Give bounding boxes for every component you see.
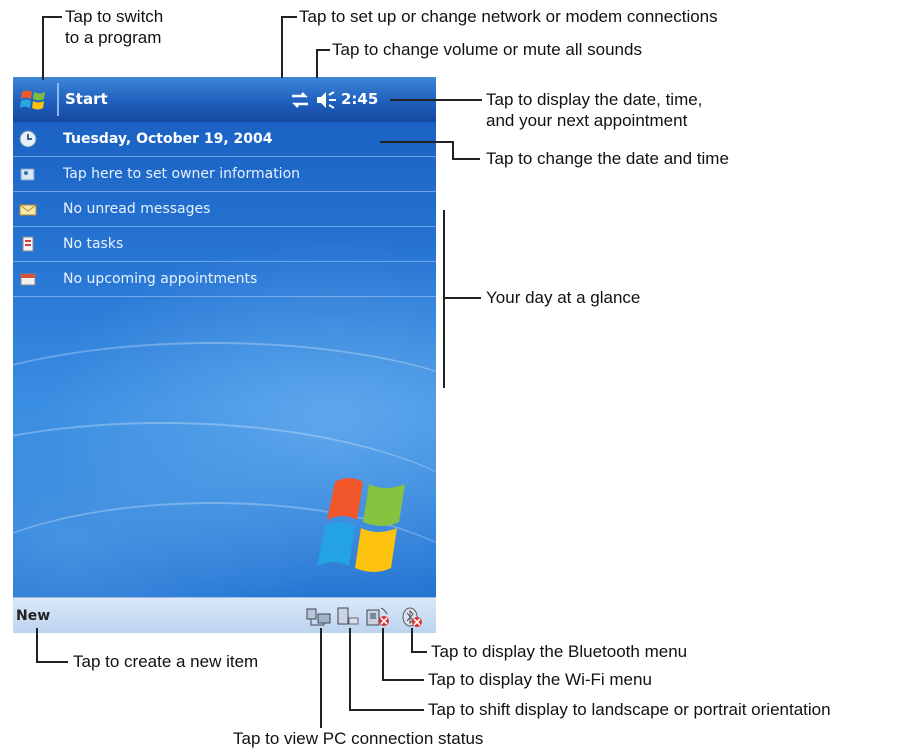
callout-volume: Tap to change volume or mute all sounds: [332, 40, 642, 59]
pc-connection-icon[interactable]: [306, 606, 332, 628]
tasks-icon: [22, 236, 34, 252]
callout-orientation: Tap to shift display to landscape or por…: [428, 700, 831, 719]
title-separator: [57, 83, 59, 116]
bluetooth-icon[interactable]: [401, 606, 423, 628]
calendar-icon: [20, 273, 36, 286]
wifi-icon[interactable]: [365, 606, 391, 628]
owner-icon: [20, 168, 35, 181]
start-menu-label[interactable]: Start: [65, 90, 108, 108]
callout-line: [390, 99, 482, 101]
callout-network: Tap to set up or change network or modem…: [299, 7, 718, 26]
callout-bluetooth: Tap to display the Bluetooth menu: [431, 642, 688, 661]
owner-info-text: Tap here to set owner information: [63, 166, 301, 182]
new-button[interactable]: New: [16, 608, 50, 624]
menu-bar: New: [13, 597, 436, 633]
callout-line: [411, 628, 413, 652]
appointments-row[interactable]: No upcoming appointments: [13, 262, 436, 297]
callout-line: [411, 651, 427, 653]
clock[interactable]: 2:45: [341, 90, 378, 108]
callout-line: [382, 628, 384, 680]
title-bar: Start 2:45: [13, 77, 436, 122]
callout-pc-connection: Tap to view PC connection status: [233, 729, 484, 748]
volume-icon[interactable]: [315, 89, 337, 111]
callout-line: [281, 16, 283, 78]
orientation-icon[interactable]: [336, 606, 360, 628]
callout-wifi: Tap to display the Wi-Fi menu: [428, 670, 652, 689]
callout-line: [36, 661, 68, 663]
callout-new-item: Tap to create a new item: [73, 652, 259, 671]
callout-date-time-display: Tap to display the date, time, and your …: [486, 90, 703, 130]
windows-logo: [317, 478, 405, 572]
today-date-row[interactable]: Tuesday, October 19, 2004: [13, 122, 436, 157]
callout-day-glance: Your day at a glance: [486, 288, 641, 307]
callout-line: [349, 709, 424, 711]
callout-line: [316, 49, 318, 78]
callout-change-date: Tap to change the date and time: [486, 149, 729, 168]
callout-line: [42, 16, 44, 80]
windows-flag-icon[interactable]: [19, 86, 47, 114]
callout-line: [42, 16, 62, 18]
callout-line: [452, 141, 454, 159]
callout-line: [36, 628, 38, 662]
appointments-text: No upcoming appointments: [63, 271, 258, 287]
owner-info-row[interactable]: Tap here to set owner information: [13, 157, 436, 192]
callout-line: [349, 628, 351, 710]
pocketpc-screen: Start 2:45 Tuesday, October 19, 2004 Tap…: [13, 77, 436, 633]
clock-icon: [19, 130, 37, 148]
today-screen: Tuesday, October 19, 2004 Tap here to se…: [13, 122, 436, 597]
callout-line: [443, 210, 445, 388]
callout-line: [382, 679, 424, 681]
tasks-text: No tasks: [63, 236, 124, 252]
messages-icon: [19, 204, 37, 216]
callout-line: [320, 628, 322, 728]
messages-row[interactable]: No unread messages: [13, 192, 436, 227]
callout-line: [380, 141, 453, 143]
callout-line: [443, 297, 481, 299]
callout-switch-program: Tap to switch to a program: [65, 7, 164, 47]
callout-line: [281, 16, 297, 18]
callout-line: [316, 49, 330, 51]
network-connection-icon[interactable]: [290, 91, 310, 109]
today-date: Tuesday, October 19, 2004: [63, 131, 273, 147]
callout-line: [452, 158, 480, 160]
tasks-row[interactable]: No tasks: [13, 227, 436, 262]
messages-text: No unread messages: [63, 201, 211, 217]
